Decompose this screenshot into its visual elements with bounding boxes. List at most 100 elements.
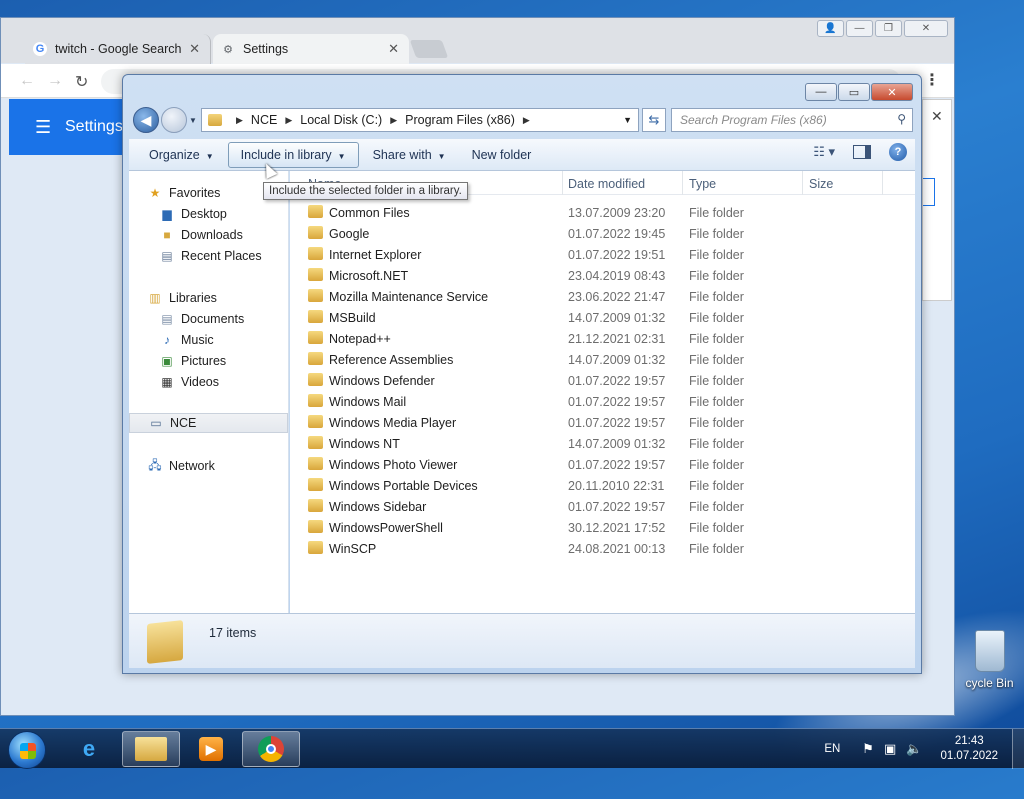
table-row[interactable]: Windows Sidebar 01.07.2022 19:57 File fold… — [290, 496, 915, 517]
nav-item-desktop[interactable]: ▆ Desktop — [129, 204, 288, 224]
language-indicator[interactable]: EN — [824, 743, 840, 755]
nav-item-downloads[interactable]: ■ Downloads — [129, 225, 288, 245]
nav-item-music[interactable]: ♪ Music — [129, 330, 288, 350]
table-row[interactable]: Notepad++ 21.12.2021 02:31 File folder — [290, 328, 915, 349]
internet-explorer-icon[interactable]: e — [60, 731, 118, 767]
new-tab-button[interactable] — [409, 40, 449, 58]
address-history-dropdown[interactable]: ▼ — [623, 115, 632, 125]
table-row[interactable]: Windows Defender 01.07.2022 19:57 File fol… — [290, 370, 915, 391]
back-button[interactable]: ◀ — [133, 107, 159, 133]
chevron-down-icon: ▼ — [337, 151, 346, 161]
address-bar[interactable]: ▶ NCE ▶ Local Disk (C:) ▶ Program Files … — [201, 108, 639, 132]
table-row[interactable]: WinSCP 24.08.2021 00:13 File folder — [290, 538, 915, 559]
table-row[interactable]: Google 01.07.2022 19:45 File folder — [290, 223, 915, 244]
star-icon: ★ — [149, 186, 161, 200]
close-button[interactable]: ✕ — [904, 20, 948, 37]
table-row[interactable]: Windows Photo Viewer 01.07.2022 19:57 File… — [290, 454, 915, 475]
table-row[interactable]: WindowsPowerShell 30.12.2021 17:52 File fo… — [290, 517, 915, 538]
include-in-library-button[interactable]: Include in library ▼ — [227, 141, 359, 168]
table-row[interactable]: Common Files 13.07.2009 23:20 File folder — [290, 202, 915, 223]
table-row[interactable]: Windows NT 14.07.2009 01:32 File folder — [290, 433, 915, 454]
maximize-button[interactable]: ❐ — [875, 20, 902, 37]
table-row[interactable]: Internet Explorer 01.07.2022 19:51 File fo… — [290, 244, 915, 265]
organize-button[interactable]: Organize ▼ — [137, 143, 226, 167]
breadcrumb-program-files[interactable]: Program Files (x86) — [405, 113, 515, 127]
table-row[interactable]: Windows Portable Devices 20.11.2010 22:31… — [290, 475, 915, 496]
file-type: File folder — [689, 290, 744, 304]
dialog-input-edge[interactable] — [923, 178, 935, 206]
breadcrumb-local-disk[interactable]: Local Disk (C:) — [300, 113, 382, 127]
profile-icon[interactable]: 👤 — [817, 20, 844, 37]
folder-icon — [308, 205, 323, 218]
back-arrow-icon[interactable]: ← — [19, 72, 35, 90]
nav-item-recent-places[interactable]: ▤ Recent Places — [129, 246, 288, 266]
nav-item-network[interactable]: 🖧 Network — [129, 456, 288, 476]
share-with-button[interactable]: Share with ▼ — [361, 143, 458, 167]
reload-icon[interactable]: ↻ — [75, 72, 88, 92]
nav-item-documents[interactable]: ▤ Documents — [129, 309, 288, 329]
nav-item-pictures[interactable]: ▣ Pictures — [129, 351, 288, 371]
breadcrumb-separator[interactable]: ▶ — [390, 115, 397, 126]
close-icon[interactable]: ✕ — [189, 41, 200, 57]
table-row[interactable]: Windows Mail 01.07.2022 19:57 File folder — [290, 391, 915, 412]
close-button[interactable]: ✕ — [871, 83, 913, 101]
nav-item-computer[interactable]: ▭ NCE — [129, 413, 288, 433]
table-row[interactable]: Mozilla Maintenance Service 23.06.2022 21… — [290, 286, 915, 307]
minimize-button[interactable]: — — [846, 20, 873, 37]
breadcrumb-separator[interactable]: ▶ — [285, 115, 292, 126]
file-explorer-icon[interactable] — [122, 731, 180, 767]
clock[interactable]: 21:43 01.07.2022 — [940, 734, 998, 764]
forward-button[interactable] — [161, 107, 187, 133]
folder-icon — [308, 478, 323, 491]
file-date: 20.11.2010 22:31 — [568, 479, 665, 493]
column-divider[interactable] — [682, 171, 683, 195]
table-row[interactable]: MSBuild 14.07.2009 01:32 File folder — [290, 307, 915, 328]
breadcrumb-separator[interactable]: ▶ — [523, 115, 530, 126]
chrome-tab-settings[interactable]: ⚙ Settings ✕ — [213, 34, 409, 64]
change-view-icon[interactable]: ☷ ▾ — [813, 144, 835, 160]
chrome-tab-label: twitch - Google Search — [55, 42, 182, 56]
help-icon[interactable]: ? — [889, 143, 907, 161]
new-folder-button[interactable]: New folder — [460, 143, 544, 167]
column-divider[interactable] — [562, 171, 563, 195]
volume-icon[interactable]: 🔈 — [906, 741, 922, 757]
close-icon[interactable]: ✕ — [931, 108, 943, 125]
table-row[interactable]: Microsoft.NET 23.04.2019 08:43 File folder — [290, 265, 915, 286]
column-size[interactable]: Size — [809, 177, 833, 191]
nav-item-libraries[interactable]: ▥ Libraries — [129, 288, 288, 308]
show-desktop-button[interactable] — [1012, 729, 1024, 769]
folder-icon — [308, 310, 323, 323]
minimize-button[interactable]: — — [805, 83, 837, 101]
breadcrumb-nce[interactable]: NCE — [251, 113, 277, 127]
chrome-icon[interactable] — [242, 731, 300, 767]
table-row[interactable]: Reference Assemblies 14.07.2009 01:32 File… — [290, 349, 915, 370]
recent-pages-dropdown[interactable]: ▼ — [189, 116, 197, 125]
media-player-icon[interactable]: ▶ — [182, 731, 240, 767]
file-type: File folder — [689, 206, 744, 220]
nav-label: Documents — [181, 312, 245, 326]
explorer-window: — ▭ ✕ ◀ ▼ ▶ NCE ▶ Local Disk (C:) ▶ Prog… — [122, 74, 922, 674]
chrome-tab-twitch[interactable]: G twitch - Google Search ✕ — [25, 34, 211, 64]
start-button[interactable] — [8, 731, 46, 769]
preview-pane-icon[interactable] — [853, 145, 871, 159]
nav-item-videos[interactable]: ▦ Videos — [129, 372, 288, 392]
search-input[interactable]: Search Program Files (x86) ⚲ — [671, 108, 913, 132]
forward-arrow-icon[interactable]: → — [47, 72, 63, 90]
hamburger-menu-icon[interactable]: ☰ — [35, 117, 51, 138]
network-status-icon[interactable]: ▣ — [884, 741, 896, 757]
more-menu-icon[interactable]: ⋮ — [924, 70, 940, 90]
close-icon[interactable]: ✕ — [388, 41, 399, 57]
action-center-icon[interactable]: ⚑ — [862, 741, 874, 757]
search-icon[interactable]: ⚲ — [897, 112, 906, 126]
search-placeholder: Search Program Files (x86) — [680, 113, 827, 127]
maximize-button[interactable]: ▭ — [838, 83, 870, 101]
recycle-bin-shortcut[interactable]: cycle Bin — [955, 630, 1024, 690]
column-divider[interactable] — [882, 171, 883, 195]
column-type[interactable]: Type — [689, 177, 716, 191]
table-row[interactable]: Windows Media Player 01.07.2022 19:57 File… — [290, 412, 915, 433]
breadcrumb-separator[interactable]: ▶ — [236, 115, 243, 126]
column-date-modified[interactable]: Date modified — [568, 177, 645, 191]
nav-label: Music — [181, 333, 214, 347]
column-divider[interactable] — [802, 171, 803, 195]
refresh-button[interactable]: ⇆ — [642, 108, 666, 132]
